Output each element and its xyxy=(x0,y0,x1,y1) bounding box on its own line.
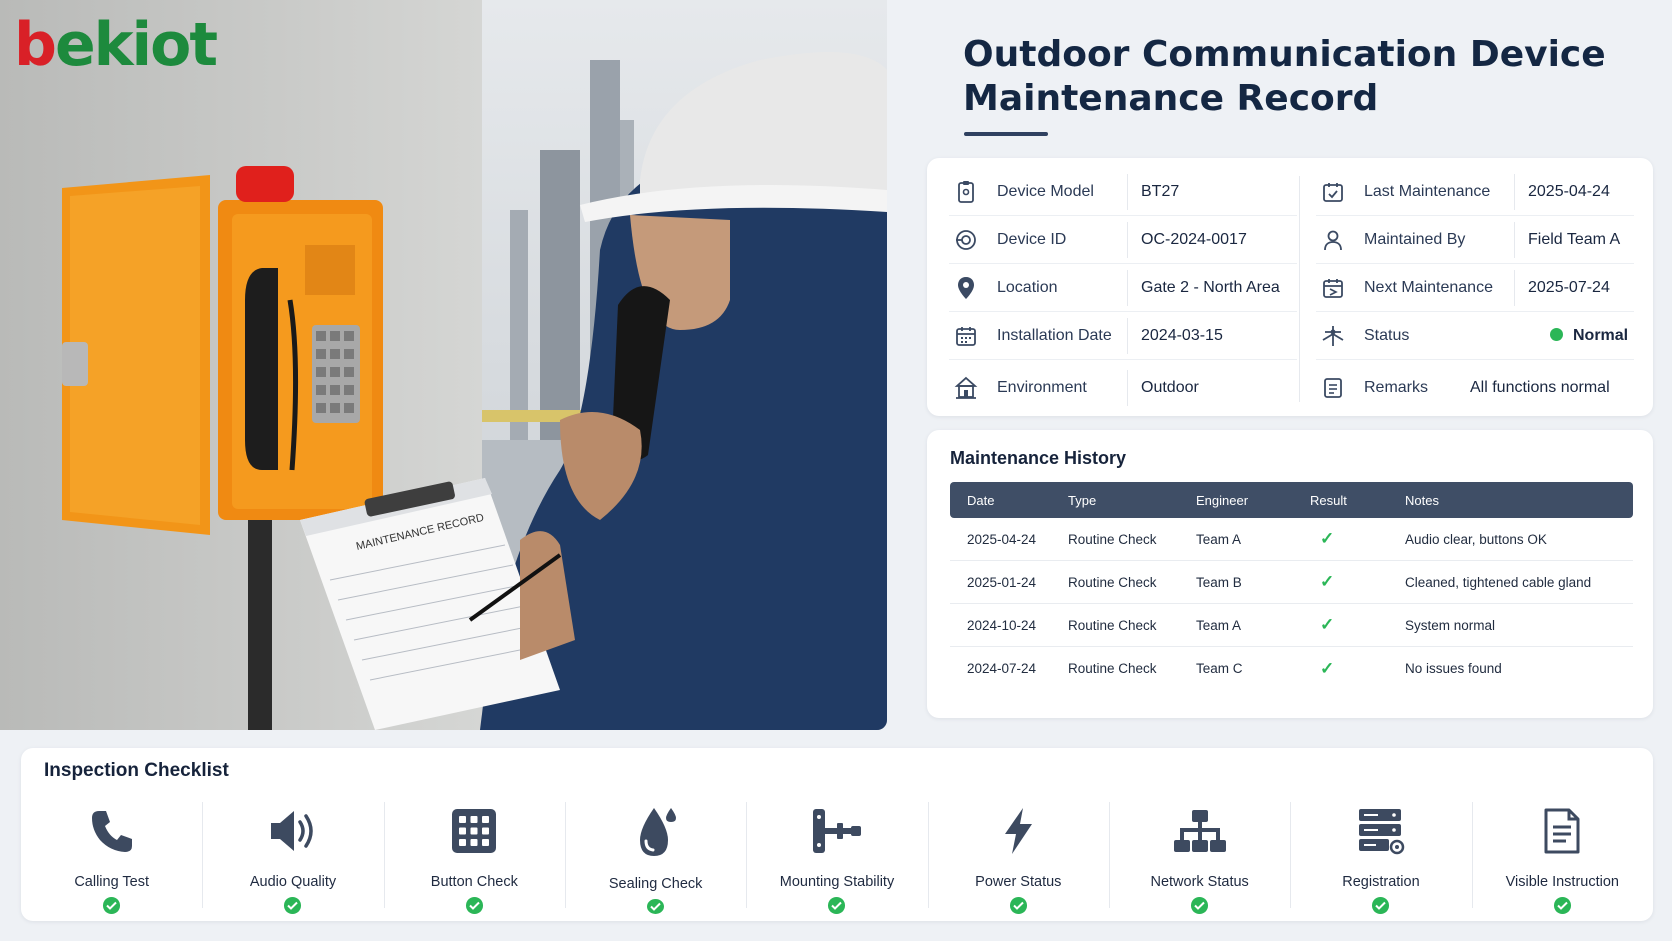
checklist-title: Inspection Checklist xyxy=(44,760,229,781)
device-id-icon xyxy=(953,227,979,253)
remarks-icon xyxy=(1320,375,1346,401)
inspection-checklist-card: Inspection Checklist Calling Test Audio … xyxy=(21,748,1653,921)
checklist-item-network-status: Network Status xyxy=(1108,802,1290,914)
info-row-device-id: Device ID OC-2024-0017 xyxy=(949,216,1297,264)
pass-check-icon xyxy=(1372,897,1390,914)
mount-icon xyxy=(811,804,863,858)
column-header-result: Result xyxy=(1310,492,1347,508)
history-table: Date Type Engineer Result Notes 2025-04-… xyxy=(950,482,1633,690)
environment-value: Outdoor xyxy=(1141,379,1199,396)
maintained-by-value: Field Team A xyxy=(1528,230,1621,248)
device-model-value: BT27 xyxy=(1141,182,1180,200)
device-info-card: Device Model BT27 Device ID OC-2024-0017… xyxy=(927,158,1653,416)
info-row-installation-date: Installation Date 2024-03-15 xyxy=(949,312,1297,360)
status-dot xyxy=(1550,327,1563,341)
location-value: Gate 2 - North Area xyxy=(1141,278,1280,296)
table-row: 2024-07-24 Routine Check Team C ✓ No iss… xyxy=(967,658,1502,678)
result-check-icon: ✓ xyxy=(1320,658,1335,678)
title-underline xyxy=(964,132,1048,136)
pass-check-icon xyxy=(1009,897,1027,914)
calendar-check-icon xyxy=(1320,179,1346,205)
history-title: Maintenance History xyxy=(950,448,1127,468)
checklist-item-power-status: Power Status xyxy=(927,802,1109,914)
device-model-icon xyxy=(953,179,979,205)
checklist-item-button-check: Button Check xyxy=(383,802,565,914)
speaker-icon xyxy=(268,804,318,858)
info-row-device-model: Device Model BT27 xyxy=(949,168,1297,216)
checklist-item-mounting-stability: Mounting Stability xyxy=(746,802,927,914)
table-row: 2025-01-24 Routine Check Team B ✓ Cleane… xyxy=(950,561,1633,604)
document-icon xyxy=(1542,804,1582,858)
info-row-environment: Environment Outdoor xyxy=(949,360,1297,416)
person-icon xyxy=(1320,227,1346,253)
column-header-type: Type xyxy=(1068,492,1097,508)
column-header-date: Date xyxy=(967,492,995,508)
network-icon xyxy=(1172,804,1228,858)
table-row: 2025-04-24 Routine Check Team A ✓ Audio … xyxy=(950,518,1633,561)
pass-check-icon xyxy=(1553,897,1571,914)
brand-logo: bekiot xyxy=(14,10,218,80)
lightning-icon xyxy=(1001,804,1035,858)
info-column-right: Last Maintenance 2025-04-24 Maintained B… xyxy=(1316,168,1634,416)
installation-date-value: 2024-03-15 xyxy=(1141,326,1223,344)
pass-check-icon xyxy=(828,897,846,914)
checklist-item-calling-test: Calling Test xyxy=(21,802,202,914)
server-icon xyxy=(1357,804,1405,858)
info-row-next-maintenance: Next Maintenance 2025-07-24 xyxy=(1316,264,1634,312)
info-row-status: Status Normal xyxy=(1316,312,1634,360)
pass-check-icon xyxy=(465,897,483,914)
checklist-item-audio-quality: Audio Quality xyxy=(202,802,383,914)
pass-check-icon xyxy=(647,899,665,914)
calendar-icon xyxy=(953,323,979,349)
page-title: Outdoor Communication Device Maintenance… xyxy=(963,34,1606,119)
photo-illustration: MAINTENANCE RECORD xyxy=(0,0,887,730)
pass-check-icon xyxy=(1191,897,1209,914)
column-header-notes: Notes xyxy=(1405,492,1439,508)
table-header: Date Type Engineer Result Notes xyxy=(950,482,1633,518)
info-row-location: Location Gate 2 - North Area xyxy=(949,264,1297,312)
device-id-value: OC-2024-0017 xyxy=(1141,230,1247,248)
result-check-icon: ✓ xyxy=(1320,572,1335,591)
calendar-next-icon xyxy=(1320,275,1346,301)
remarks-value: All functions normal xyxy=(1470,379,1610,396)
checklist-item-sealing-check: Sealing Check xyxy=(564,802,746,914)
result-check-icon: ✓ xyxy=(1320,615,1335,634)
next-maintenance-value: 2025-07-24 xyxy=(1528,278,1610,296)
keypad-icon xyxy=(451,804,497,858)
hero-photo: MAINTENANCE RECORD bekiot xyxy=(0,0,887,730)
status-badge: Normal xyxy=(1528,327,1628,345)
checklist-item-visible-instruction: Visible Instruction xyxy=(1471,802,1653,914)
pass-check-icon xyxy=(284,897,302,914)
info-row-last-maintenance: Last Maintenance 2025-04-24 xyxy=(1316,168,1634,216)
phone-icon xyxy=(90,804,134,858)
info-column-left: Device Model BT27 Device ID OC-2024-0017… xyxy=(949,168,1297,416)
info-row-remarks: Remarks All functions normal xyxy=(1316,360,1634,416)
result-check-icon: ✓ xyxy=(1320,529,1335,548)
status-icon xyxy=(1320,323,1346,349)
info-row-maintained-by: Maintained By Field Team A xyxy=(1316,216,1634,264)
checklist-items: Calling Test Audio Quality Button Check … xyxy=(21,802,1653,914)
water-drop-icon xyxy=(634,804,678,860)
pass-check-icon xyxy=(103,897,121,914)
column-header-engineer: Engineer xyxy=(1196,492,1249,508)
column-divider xyxy=(1299,176,1300,402)
last-maintenance-value: 2025-04-24 xyxy=(1528,182,1610,200)
checklist-item-registration: Registration xyxy=(1290,802,1471,914)
environment-icon xyxy=(953,375,979,401)
maintenance-history-card: Maintenance History Date Type Engineer R… xyxy=(927,430,1653,718)
table-row: 2024-10-24 Routine Check Team A ✓ System… xyxy=(950,604,1633,647)
location-pin-icon xyxy=(953,275,979,301)
